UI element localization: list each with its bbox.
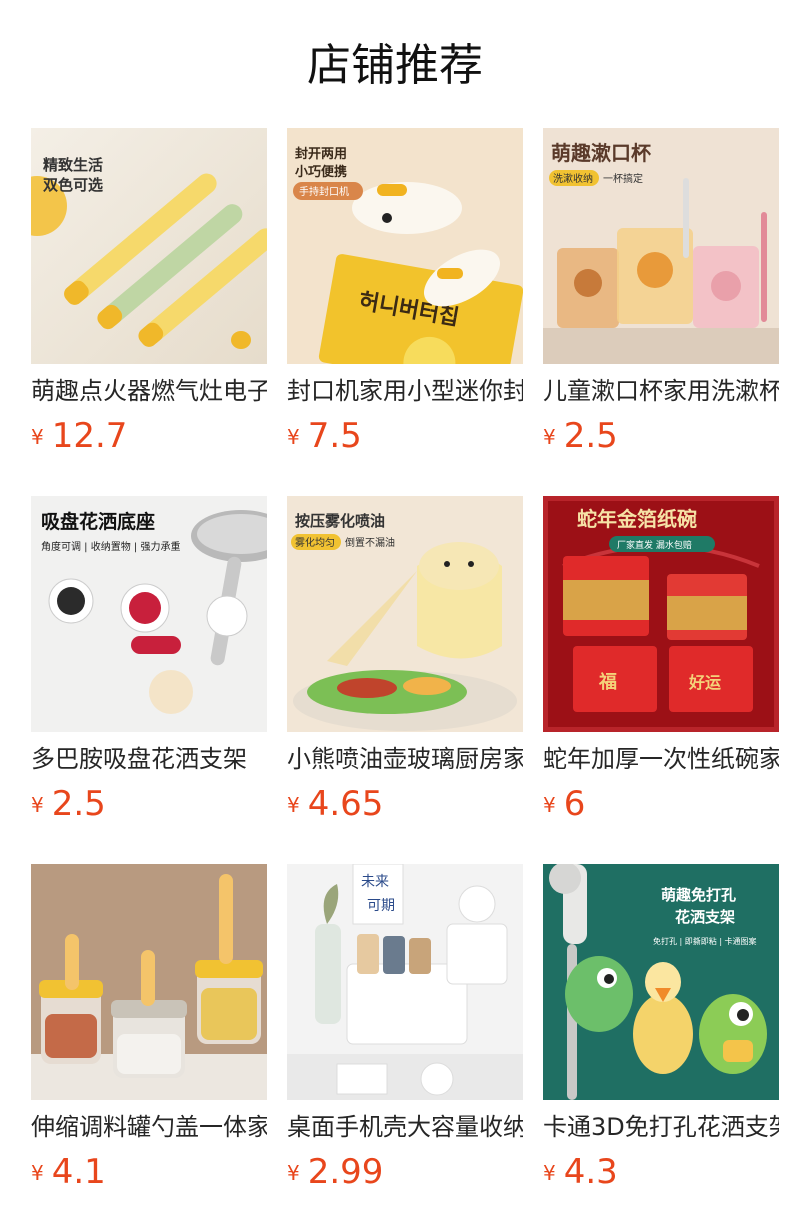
overlay-text: 厂家直发 漏水包赔: [617, 539, 692, 551]
overlay-text: 福: [598, 671, 617, 693]
currency-symbol: ¥: [543, 425, 556, 449]
product-image[interactable]: 吸盘花洒底座 角度可调 | 收纳置物 | 强力承重: [31, 496, 267, 732]
product-price: ¥2.5: [543, 414, 779, 458]
overlay-text: 雾化均匀: [295, 536, 335, 549]
product-name[interactable]: 萌趣点火器燃气灶电子: [31, 374, 267, 408]
product-price: ¥2.5: [31, 782, 267, 826]
product-name[interactable]: 卡通3D免打孔花洒支架: [543, 1110, 779, 1144]
price-amount: 12.7: [51, 416, 128, 456]
product-image[interactable]: 福 好运 蛇年金箔纸碗 厂家直发 漏水包赔: [543, 496, 779, 732]
product-price: ¥2.99: [287, 1150, 523, 1194]
price-amount: 2.5: [563, 416, 618, 456]
product-name[interactable]: 多巴胺吸盘花洒支架: [31, 742, 267, 776]
product-image[interactable]: 精致生活 双色可选: [31, 128, 267, 364]
product-image[interactable]: [31, 864, 267, 1100]
overlay-text: 精致生活: [43, 156, 103, 174]
price-amount: 4.3: [563, 1152, 618, 1192]
product-price: ¥4.1: [31, 1150, 267, 1194]
product-card[interactable]: 未来 可期 桌面手机壳大容量收纳 ¥2.99: [287, 864, 523, 1204]
currency-symbol: ¥: [31, 1161, 44, 1185]
price-amount: 4.65: [307, 784, 384, 824]
section-title: 店铺推荐: [307, 40, 483, 91]
price-amount: 2.99: [307, 1152, 384, 1192]
overlay-text: 吸盘花洒底座: [41, 510, 155, 533]
overlay-text: 花洒支架: [675, 908, 735, 926]
product-name[interactable]: 小熊喷油壶玻璃厨房家: [287, 742, 523, 776]
overlay-text: 可期: [367, 898, 395, 914]
product-image[interactable]: 未来 可期: [287, 864, 523, 1100]
product-image[interactable]: 萌趣漱口杯 洗漱收纳 一杯搞定: [543, 128, 779, 364]
overlay-text: 洗漱收纳: [553, 172, 593, 185]
product-card[interactable]: 萌趣免打孔 花洒支架 免打孔 | 即撕即粘 | 卡通图案 卡通3D免打孔花洒支架…: [543, 864, 779, 1204]
price-amount: 7.5: [307, 416, 362, 456]
overlay-text: 未来: [361, 874, 389, 890]
product-name[interactable]: 儿童漱口杯家用洗漱杯: [543, 374, 779, 408]
overlay-text: 封开两用: [295, 146, 347, 162]
overlay-text: 免打孔 | 即撕即粘 | 卡通图案: [653, 936, 757, 946]
product-card[interactable]: 按压雾化喷油 雾化均匀 倒置不漏油 小熊喷油壶玻璃厨房家 ¥4.65: [287, 496, 523, 836]
price-amount: 6: [563, 784, 586, 824]
currency-symbol: ¥: [543, 1161, 556, 1185]
product-image[interactable]: 按压雾化喷油 雾化均匀 倒置不漏油: [287, 496, 523, 732]
currency-symbol: ¥: [287, 425, 300, 449]
price-amount: 4.1: [51, 1152, 106, 1192]
product-name[interactable]: 桌面手机壳大容量收纳: [287, 1110, 523, 1144]
currency-symbol: ¥: [543, 793, 556, 817]
product-price: ¥12.7: [31, 414, 267, 458]
product-price: ¥4.3: [543, 1150, 779, 1194]
product-card[interactable]: 精致生活 双色可选 萌趣点火器燃气灶电子 ¥12.7: [31, 128, 267, 468]
product-card[interactable]: 伸缩调料罐勺盖一体家 ¥4.1: [31, 864, 267, 1204]
product-card[interactable]: 허니버터칩 封开两用 小巧便携 手持封口机 封口机家用小型迷你封 ¥7.5: [287, 128, 523, 468]
currency-symbol: ¥: [31, 425, 44, 449]
overlay-text: 好运: [688, 673, 721, 692]
overlay-text: 蛇年金箔纸碗: [577, 507, 697, 531]
overlay-text: 手持封口机: [299, 185, 349, 198]
overlay-text: 倒置不漏油: [345, 536, 395, 549]
overlay-text: 小巧便携: [295, 164, 347, 180]
product-price: ¥6: [543, 782, 779, 826]
product-price: ¥4.65: [287, 782, 523, 826]
product-card[interactable]: 吸盘花洒底座 角度可调 | 收纳置物 | 强力承重 多巴胺吸盘花洒支架 ¥2.5: [31, 496, 267, 836]
product-price: ¥7.5: [287, 414, 523, 458]
product-name[interactable]: 蛇年加厚一次性纸碗家: [543, 742, 779, 776]
overlay-text: 角度可调 | 收纳置物 | 强力承重: [41, 540, 180, 553]
overlay-text: 按压雾化喷油: [295, 512, 385, 530]
overlay-text: 一杯搞定: [603, 172, 643, 185]
product-name[interactable]: 伸缩调料罐勺盖一体家: [31, 1110, 267, 1144]
product-image[interactable]: 허니버터칩 封开两用 小巧便携 手持封口机: [287, 128, 523, 364]
overlay-text: 萌趣漱口杯: [551, 141, 651, 165]
overlay-text: 双色可选: [43, 176, 103, 194]
store-recommendations-page: 店铺推荐 精致生活 双色可选 萌趣点火器燃气灶电子 ¥ 12.7 허니버터칩 封…: [0, 0, 790, 1232]
currency-symbol: ¥: [287, 1161, 300, 1185]
product-name[interactable]: 封口机家用小型迷你封: [287, 374, 523, 408]
overlay-text: 萌趣免打孔: [661, 886, 736, 904]
currency-symbol: ¥: [31, 793, 44, 817]
product-image[interactable]: 萌趣免打孔 花洒支架 免打孔 | 即撕即粘 | 卡通图案: [543, 864, 779, 1100]
product-card[interactable]: 萌趣漱口杯 洗漱收纳 一杯搞定 儿童漱口杯家用洗漱杯 ¥2.5: [543, 128, 779, 468]
product-card[interactable]: 福 好运 蛇年金箔纸碗 厂家直发 漏水包赔 蛇年加厚一次性纸碗家 ¥6: [543, 496, 779, 836]
price-amount: 2.5: [51, 784, 106, 824]
currency-symbol: ¥: [287, 793, 300, 817]
